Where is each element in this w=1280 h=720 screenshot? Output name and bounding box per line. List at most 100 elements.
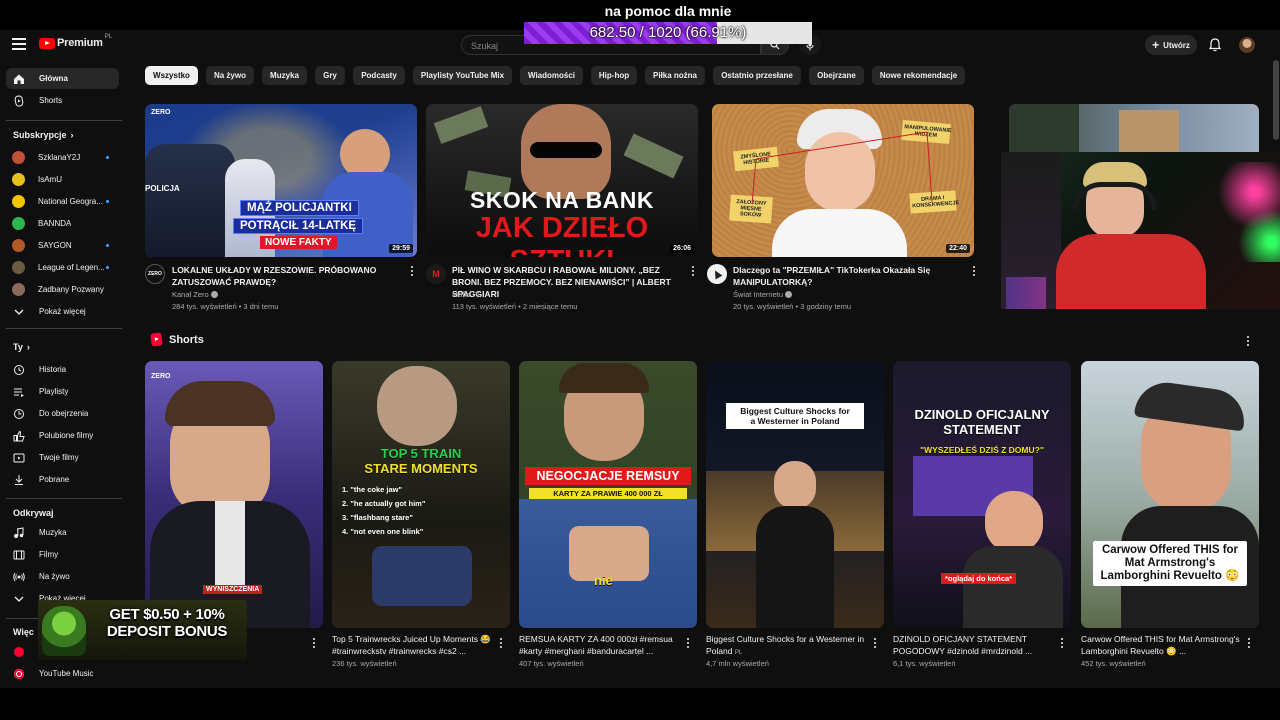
sidebar-item-home[interactable]: Główna (6, 68, 119, 89)
casino-ad-overlay[interactable]: GET $0.50 + 10% DEPOSIT BONUS (38, 600, 247, 660)
filter-chip[interactable]: Hip-hop (591, 66, 637, 85)
channel-avatar (12, 217, 25, 230)
stream-goal-progress-bar: 682.50 / 1020 (66.91%) (524, 22, 812, 44)
ad-line: GET $0.50 + 10% (109, 606, 225, 623)
short-title[interactable]: Top 5 Trainwrecks Juiced Up Moments 😂 #t… (332, 633, 492, 657)
subscription-label: Zadbany Pozwany (38, 285, 104, 294)
thumbnail-caption: WYNISZCZENIA (203, 585, 263, 594)
short-thumbnail[interactable]: ZERO WYNISZCZENIA (145, 361, 323, 628)
sidebar-item-live[interactable]: Na żywo (6, 566, 119, 587)
short-title[interactable]: DZINOLD OFICJANY STATEMENT POGODOWY #dzi… (893, 633, 1053, 657)
sidebar-item-like[interactable]: Polubione filmy (6, 425, 119, 446)
chevron-down-icon (14, 309, 24, 315)
sidebar-item-movies[interactable]: Filmy (6, 544, 119, 565)
verified-icon (785, 291, 793, 298)
short-thumbnail[interactable]: Carwow Offered THIS for Mat Armstrong's … (1081, 361, 1259, 628)
filter-chip[interactable]: Wiadomości (520, 66, 583, 85)
sidebar-item-history[interactable]: Historia (6, 359, 119, 380)
filter-chip[interactable]: Nowe rekomendacje (872, 66, 965, 85)
more-options-icon[interactable] (689, 264, 697, 278)
sidebar-subscription-item[interactable]: League of Legen... (6, 257, 119, 278)
sunglasses (530, 142, 602, 158)
filter-chip[interactable]: Ostatnio przesłane (713, 66, 801, 85)
more-options-icon[interactable] (1058, 636, 1066, 650)
channel-name[interactable]: Świat Internetu (733, 289, 793, 301)
sidebar-subscription-item[interactable]: IsAmU (6, 169, 119, 190)
short-title[interactable]: Biggest Culture Shocks for a Westerner i… (706, 633, 866, 659)
thumbnail-headline: JAK DZIEŁO SZTUKI (475, 212, 649, 257)
thumbnail-list-item: 4. "not even one blink" (342, 527, 424, 536)
short-thumbnail[interactable]: TOP 5 TRAIN STARE MOMENTS 1. "the coke j… (332, 361, 510, 628)
filter-chip[interactable]: Playlisty YouTube Mix (413, 66, 512, 85)
sidebar-subscription-item[interactable]: SzklanaY2J (6, 147, 119, 168)
sidebar-subscription-item[interactable]: Zadbany Pozwany (6, 279, 119, 300)
filter-chip[interactable]: Obejrzane (809, 66, 864, 85)
channel-avatar[interactable] (707, 264, 727, 284)
subscription-label: League of Legen... (38, 263, 105, 272)
you-heading[interactable]: Ty › (13, 342, 30, 352)
channel-avatar[interactable]: M (426, 264, 446, 284)
more-options-icon[interactable] (684, 636, 692, 650)
thumbnail-side-text: POLICJA (145, 184, 180, 193)
filter-chip[interactable]: Muzyka (262, 66, 307, 85)
sidebar-subscription-item[interactable]: National Geogra... (6, 191, 119, 212)
channel-avatar[interactable]: ZERO (145, 264, 165, 284)
short-title-text: Biggest Culture Shocks for a Westerner i… (706, 634, 865, 656)
sidebar-subscription-item[interactable]: BANNDA (6, 213, 119, 234)
scrollbar-thumb[interactable] (1273, 60, 1279, 140)
short-title[interactable]: Carwow Offered THIS for Mat Armstrong's … (1081, 633, 1241, 657)
video-thumbnail[interactable]: ZMYŚLONE HISTORIE ZAŁOŻONY MIĘSNE SOKÓW … (712, 104, 974, 257)
thumbnail-list-item: 3. "flashbang stare" (342, 513, 413, 522)
menu-icon[interactable] (12, 38, 26, 50)
short-title[interactable]: REMSUA KARTY ZA 400 000zł #remsua #karty… (519, 633, 679, 657)
building-graphic (1119, 110, 1179, 152)
filter-chip[interactable]: Wszystko (145, 66, 198, 85)
logo-region: PL (104, 34, 113, 40)
thumbnail-headline: STATEMENT (943, 422, 1021, 437)
notifications-bell-icon[interactable] (1207, 37, 1223, 53)
sidebar-item-your-videos[interactable]: Twoje filmy (6, 447, 119, 468)
more-options-icon[interactable] (408, 264, 416, 278)
sidebar-item-label: Shorts (39, 96, 63, 105)
filter-chip[interactable]: Gry (315, 66, 345, 85)
youtube-premium-logo[interactable]: Premium PL (39, 34, 113, 49)
create-button[interactable]: + Utwórz (1145, 35, 1197, 55)
more-options-icon[interactable] (310, 636, 318, 650)
sidebar-subscription-item[interactable]: SAYGON (6, 235, 119, 256)
more-options-icon[interactable] (871, 636, 879, 650)
more-options-icon[interactable] (497, 636, 505, 650)
video-title[interactable]: Dlaczego ta "PRZEMIŁA" TikTokerka Okazał… (733, 264, 965, 288)
filter-chip[interactable]: Podcasty (353, 66, 405, 85)
short-thumbnail[interactable]: DZINOLD OFICJALNY STATEMENT "WYSZEDŁEŚ D… (893, 361, 1071, 628)
filter-chip[interactable]: Na żywo (206, 66, 254, 85)
video-thumbnail[interactable]: ZERO POLICJA MĄŻ POLICJANTKI POTRĄCIŁ 14… (145, 104, 417, 257)
sidebar-item-label: Do obejrzenia (39, 409, 89, 418)
video-title[interactable]: LOKALNE UKŁADY W RZESZOWIE. PRÓBOWANO ZA… (172, 264, 404, 288)
sidebar-item-music[interactable]: Muzyka (6, 522, 119, 543)
youtube-logo-icon (39, 37, 55, 49)
video-title[interactable]: PIŁ WINO W SKARBCU I RABOWAŁ MILIONY. „B… (452, 264, 684, 300)
sidebar-item-watch-later[interactable]: Do obejrzenia (6, 403, 119, 424)
subscriptions-heading[interactable]: Subskrypcje › (13, 130, 74, 140)
video-thumbnail[interactable]: SKOK NA BANK JAK DZIEŁO SZTUKI 26:06 (426, 104, 698, 257)
channel-avatar (12, 151, 25, 164)
streamer-webcam-overlay (1001, 152, 1280, 309)
sidebar-item-playlist[interactable]: Playlisty (6, 381, 119, 402)
sidebar-item-youtube-music[interactable]: YouTube Music (6, 663, 119, 684)
account-avatar[interactable] (1239, 37, 1255, 53)
channel-name[interactable]: Mafia PL (452, 289, 482, 301)
sidebar-item-download[interactable]: Pobrane (6, 469, 119, 490)
filter-chip[interactable]: Piłka nożna (645, 66, 705, 85)
more-options-icon[interactable] (970, 264, 978, 278)
channel-name[interactable]: Kanał Zero (172, 289, 218, 301)
sidebar-item-shorts[interactable]: Shorts (6, 90, 119, 111)
sidebar-item-show-more[interactable]: Pokaż więcej (6, 301, 119, 322)
video-thumbnail[interactable] (1009, 104, 1259, 152)
home-icon (14, 74, 24, 84)
more-options-icon[interactable] (1245, 636, 1253, 650)
download-icon (15, 474, 23, 485)
game-minimap (1009, 104, 1079, 152)
more-options-icon[interactable] (1244, 334, 1252, 348)
short-thumbnail[interactable]: Biggest Culture Shocks for a Westerner i… (706, 361, 884, 628)
short-thumbnail[interactable]: NEGOCJACJE REMSUY KARTY ZA PRAWIE 400 00… (519, 361, 697, 628)
